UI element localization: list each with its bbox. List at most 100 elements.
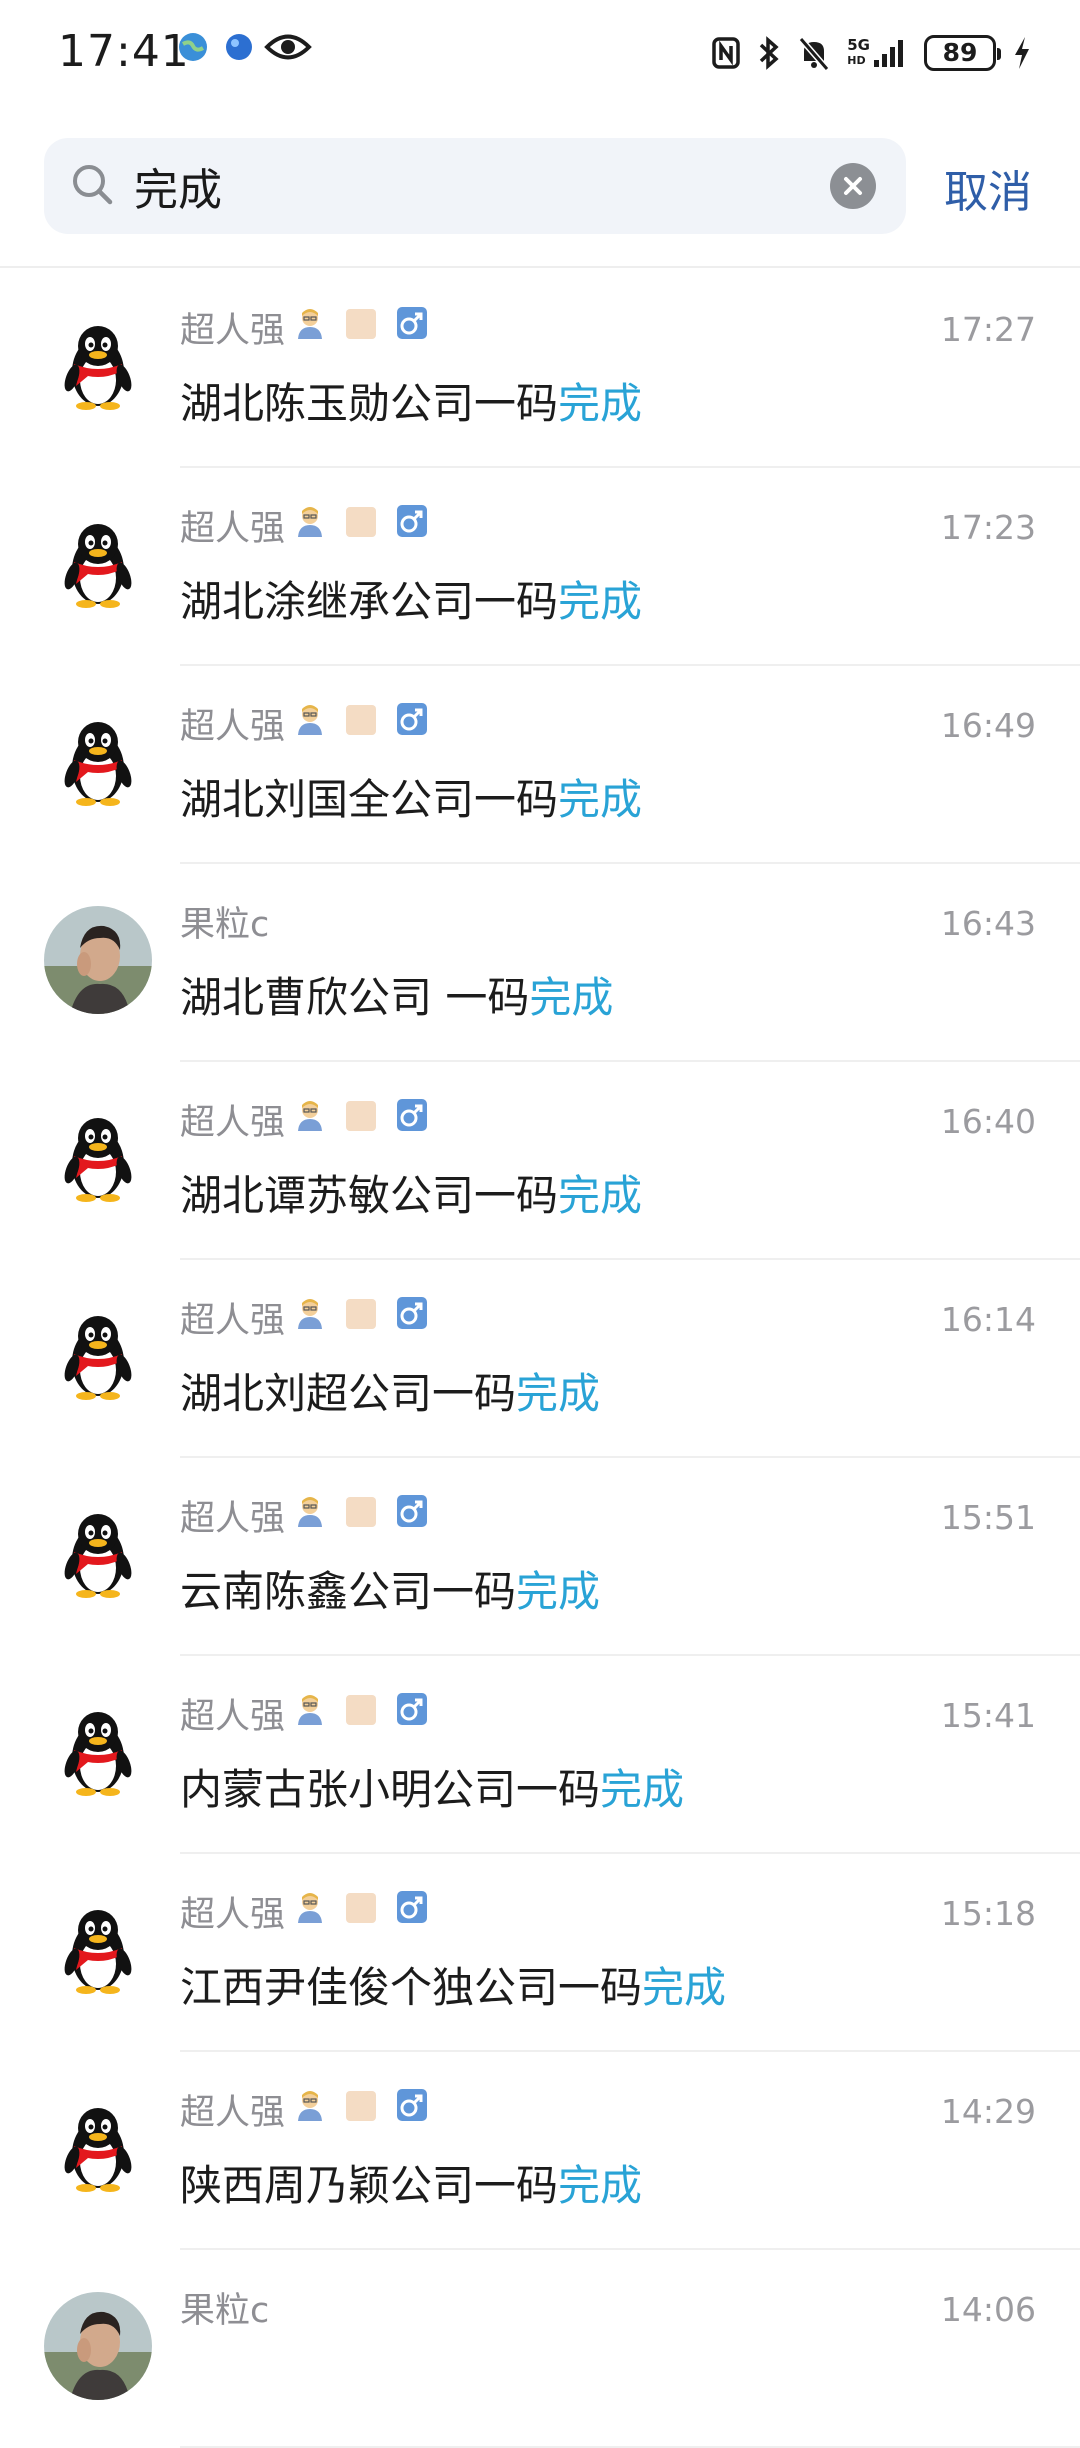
message-text: 内蒙古张小明公司一码完成 xyxy=(180,1756,684,1817)
message-time: 15:51 xyxy=(940,1498,1036,1537)
sender-name: 超人强 xyxy=(180,1696,286,1737)
person-emoji-icon xyxy=(298,1100,323,1131)
skin-tone-swatch-icon xyxy=(346,506,377,537)
skin-tone-swatch-icon xyxy=(346,308,377,339)
search-result-row[interactable]: 超人强 14:29 陕西周乃颖公司一码完成 xyxy=(0,2052,1080,2250)
eye-icon xyxy=(264,34,312,60)
person-emoji-icon xyxy=(298,704,323,735)
sender-tags xyxy=(285,1494,428,1536)
highlighted-match: 完成 xyxy=(558,2161,643,2210)
message-body: 湖北刘国全公司一码 xyxy=(180,775,559,824)
sender-line: 果粒c xyxy=(180,2286,269,2331)
search-input[interactable] xyxy=(134,158,754,214)
message-time: 17:23 xyxy=(940,508,1036,547)
skin-tone-swatch-icon xyxy=(346,1694,377,1725)
person-emoji-icon xyxy=(298,2090,323,2121)
message-text: 湖北谭苏敏公司一码完成 xyxy=(180,1162,642,1223)
skin-tone-swatch-icon xyxy=(346,1298,377,1329)
sender-tags xyxy=(285,1890,428,1932)
search-result-row[interactable]: 超人强 16:14 湖北刘超公司一码完成 xyxy=(0,1260,1080,1458)
search-result-row[interactable]: 果粒c 14:06 xyxy=(0,2250,1080,2448)
message-text: 陕西周乃颖公司一码完成 xyxy=(180,2152,642,2213)
avatar[interactable] xyxy=(44,1500,152,1608)
highlighted-match: 完成 xyxy=(558,379,643,428)
avatar[interactable] xyxy=(44,2292,152,2400)
avatar[interactable] xyxy=(44,312,152,420)
highlighted-match: 完成 xyxy=(558,1171,643,1220)
skin-tone-swatch-icon xyxy=(346,1496,377,1527)
sender-line: 超人强 xyxy=(180,702,428,747)
message-text: 湖北涂继承公司一码完成 xyxy=(180,568,642,629)
status-bar: 17:41 5G HD 89 xyxy=(0,0,1080,110)
avatar[interactable] xyxy=(44,708,152,816)
sender-name: 超人强 xyxy=(180,1300,286,1341)
search-result-row[interactable]: 超人强 16:40 湖北谭苏敏公司一码完成 xyxy=(0,1062,1080,1260)
person-emoji-icon xyxy=(298,1892,323,1923)
search-result-row[interactable]: 超人强 16:49 湖北刘国全公司一码完成 xyxy=(0,666,1080,864)
globe-icon xyxy=(179,33,207,61)
sender-name: 超人强 xyxy=(180,508,286,549)
sender-line: 超人强 xyxy=(180,1890,428,1935)
male-sign-icon xyxy=(397,1890,428,1923)
search-result-row[interactable]: 果粒c 16:43 湖北曹欣公司 一码完成 xyxy=(0,864,1080,1062)
message-time: 16:43 xyxy=(940,904,1036,943)
message-body: 江西尹佳俊个独公司一码 xyxy=(180,1963,643,2012)
sender-tags xyxy=(285,1098,428,1140)
sender-line: 超人强 xyxy=(180,1098,428,1143)
avatar[interactable] xyxy=(44,906,152,1014)
avatar[interactable] xyxy=(44,1302,152,1410)
avatar[interactable] xyxy=(44,2094,152,2202)
sender-line: 超人强 xyxy=(180,306,428,351)
sender-line: 超人强 xyxy=(180,504,428,549)
browser-icon xyxy=(226,34,252,60)
avatar[interactable] xyxy=(44,1896,152,2004)
sender-name: 超人强 xyxy=(180,1894,286,1935)
qq-penguin-icon xyxy=(44,708,152,816)
sender-line: 超人强 xyxy=(180,1296,428,1341)
male-sign-icon xyxy=(397,2088,428,2121)
message-body: 湖北陈玉勋公司一码 xyxy=(180,379,559,428)
message-time: 15:41 xyxy=(940,1696,1036,1735)
charging-icon xyxy=(1015,37,1029,69)
search-result-row[interactable]: 超人强 15:41 内蒙古张小明公司一码完成 xyxy=(0,1656,1080,1854)
person-emoji-icon xyxy=(298,1496,323,1527)
person-emoji-icon xyxy=(298,1694,323,1725)
search-icon xyxy=(73,165,113,205)
message-time: 16:49 xyxy=(940,706,1036,745)
avatar[interactable] xyxy=(44,510,152,618)
message-body: 湖北涂继承公司一码 xyxy=(180,577,559,626)
sender-name: 超人强 xyxy=(180,1102,286,1143)
search-result-row[interactable]: 超人强 15:18 江西尹佳俊个独公司一码完成 xyxy=(0,1854,1080,2052)
sender-tags xyxy=(285,306,428,348)
avatar[interactable] xyxy=(44,1698,152,1806)
cancel-button[interactable]: 取消 xyxy=(944,156,1032,220)
sender-name: 超人强 xyxy=(180,706,286,747)
sender-name: 超人强 xyxy=(180,310,286,351)
battery-indicator: 89 xyxy=(924,35,1001,71)
message-body: 湖北谭苏敏公司一码 xyxy=(180,1171,559,1220)
highlighted-match: 完成 xyxy=(642,1963,727,2012)
search-result-row[interactable]: 超人强 17:23 湖北涂继承公司一码完成 xyxy=(0,468,1080,666)
person-photo-icon xyxy=(44,906,152,1014)
mute-bell-icon xyxy=(798,37,830,71)
avatar[interactable] xyxy=(44,1104,152,1212)
search-result-row[interactable]: 超人强 15:51 云南陈鑫公司一码完成 xyxy=(0,1458,1080,1656)
person-emoji-icon xyxy=(298,506,323,537)
search-bar[interactable] xyxy=(44,138,906,234)
message-body: 云南陈鑫公司一码 xyxy=(180,1567,517,1616)
male-sign-icon xyxy=(397,306,428,339)
message-text: 江西尹佳俊个独公司一码完成 xyxy=(180,1954,726,2015)
male-sign-icon xyxy=(397,702,428,735)
message-text: 湖北刘国全公司一码完成 xyxy=(180,766,642,827)
sender-name: 果粒c xyxy=(180,2290,270,2331)
highlighted-match: 完成 xyxy=(600,1765,685,1814)
search-result-row[interactable]: 超人强 17:27 湖北陈玉勋公司一码完成 xyxy=(0,270,1080,468)
cellular-signal: 5G HD xyxy=(847,38,908,68)
clear-icon[interactable] xyxy=(830,163,876,209)
skin-tone-swatch-icon xyxy=(346,1892,377,1923)
sender-name: 果粒c xyxy=(180,904,270,945)
skin-tone-swatch-icon xyxy=(346,1100,377,1131)
sender-name: 超人强 xyxy=(180,1498,286,1539)
sender-tags xyxy=(285,702,428,744)
sender-line: 超人强 xyxy=(180,1494,428,1539)
